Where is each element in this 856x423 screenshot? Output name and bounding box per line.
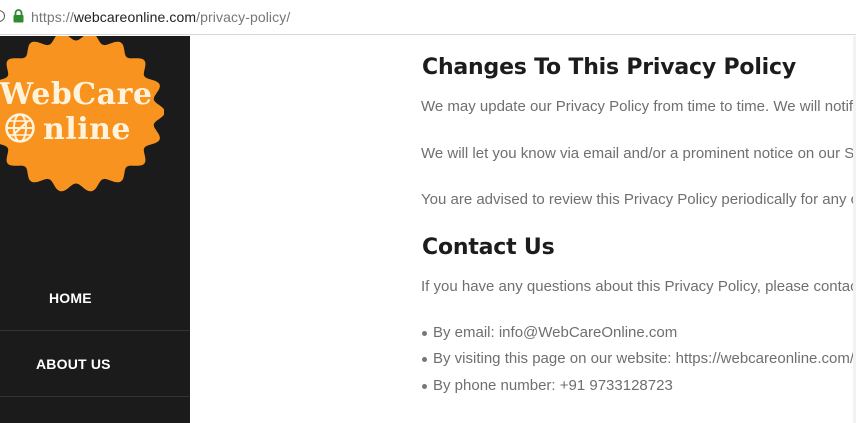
nav-item-about-us[interactable]: ABOUT US [0,331,190,397]
changes-paragraph-3: You are advised to review this Privacy P… [421,191,856,208]
contact-heading: Contact Us [422,235,555,260]
changes-heading: Changes To This Privacy Policy [422,55,797,80]
contact-phone[interactable]: By phone number: +91 9733128723 [433,376,673,396]
url-prefix: https:// [31,9,74,25]
changes-paragraph-1: We may update our Privacy Policy from ti… [421,98,856,115]
contact-paragraph: If you have any questions about this Pri… [421,278,856,295]
nav-item-home[interactable]: HOME [0,265,190,331]
site-logo[interactable]: WebCare nline [0,36,164,192]
url-path: /privacy-policy/ [196,9,291,25]
contact-website[interactable]: By visiting this page on our website: ht… [433,349,856,369]
main-content: Changes To This Privacy Policy We may up… [421,36,856,423]
logo-text-line2: nline [42,112,131,147]
lock-icon[interactable] [13,9,24,23]
changes-paragraph-2: We will let you know via email and/or a … [421,145,856,162]
bullet-icon [422,331,427,336]
url-text[interactable]: https://webcareonline.com/privacy-policy… [31,9,290,25]
info-icon[interactable]: i [0,10,5,22]
url-domain: webcareonline.com [73,9,197,25]
contact-email[interactable]: By email: info@WebCareOnline.com [433,323,677,343]
address-bar[interactable]: i https://webcareonline.com/privacy-poli… [0,0,856,35]
bullet-icon [422,357,427,362]
nav-item-label: HOME [49,290,92,306]
sidebar: WebCare nline HOME ABOUT US [0,36,190,423]
logo-text-line1: WebCare [0,77,153,112]
bullet-icon [422,384,427,389]
nav-item-label: ABOUT US [36,356,111,372]
